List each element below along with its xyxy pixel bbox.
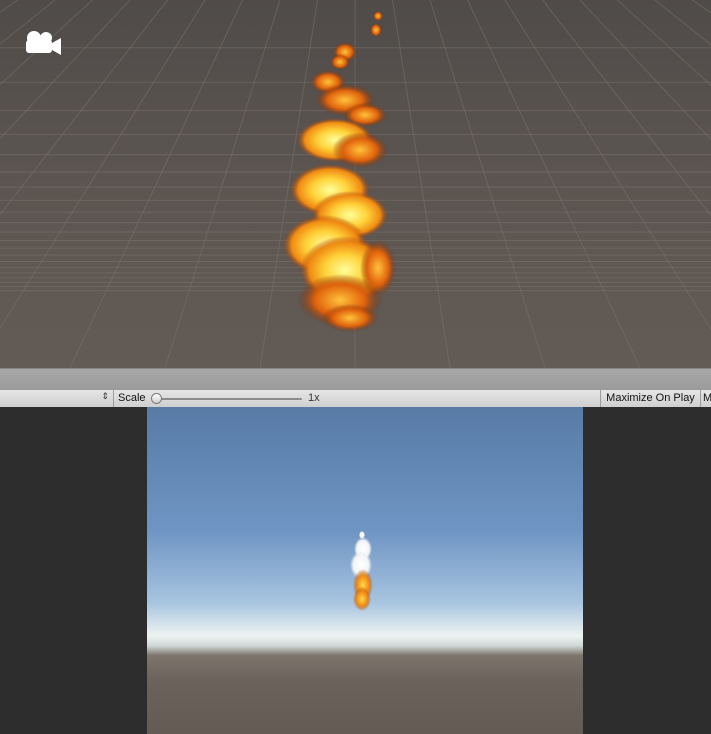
fire-particle: [330, 54, 350, 70]
fire-particle: [360, 240, 396, 296]
scale-slider-thumb[interactable]: [151, 393, 162, 404]
scale-label: Scale: [118, 392, 146, 404]
updown-arrows-icon: ⇕: [101, 391, 109, 401]
scale-slider-track[interactable]: [156, 398, 302, 400]
scale-value: 1x: [308, 392, 320, 404]
fire-particle: [373, 11, 383, 21]
game-view: [0, 407, 711, 734]
display-dropdown[interactable]: ⇕: [0, 390, 114, 407]
fire-particle-effect: [283, 11, 396, 332]
game-canvas[interactable]: [147, 407, 583, 734]
scene-view[interactable]: [0, 0, 711, 368]
camera-icon[interactable]: [22, 28, 62, 58]
fire-particle-effect-game: [350, 531, 373, 611]
fire-particle: [370, 23, 382, 37]
fire-particle: [322, 304, 378, 332]
game-toolbar: ⇕ Scale 1x Maximize On Play M: [0, 390, 711, 408]
maximize-on-play-button[interactable]: Maximize On Play: [600, 390, 701, 407]
clipped-toolbar-button[interactable]: M: [703, 390, 711, 407]
view-splitter[interactable]: [0, 368, 711, 391]
fire-particle: [332, 132, 388, 168]
